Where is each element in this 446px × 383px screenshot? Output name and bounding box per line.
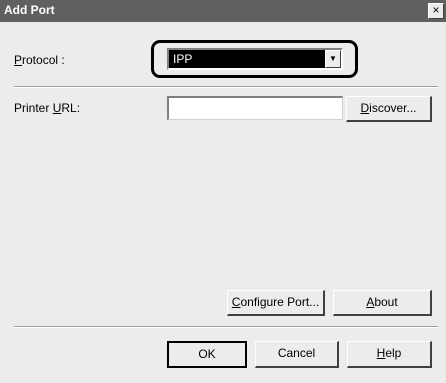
protocol-select[interactable]: IPP ▼ bbox=[167, 48, 343, 70]
about-button[interactable]: About bbox=[333, 290, 432, 316]
add-port-dialog: Add Port × Protocol : IPP ▼ Printer URL:… bbox=[0, 0, 446, 383]
printer-url-label: Printer URL: bbox=[14, 101, 81, 115]
separator-bottom bbox=[14, 326, 438, 328]
cancel-button[interactable]: Cancel bbox=[255, 341, 339, 368]
printer-url-input[interactable] bbox=[167, 96, 343, 120]
ok-button[interactable]: OK bbox=[167, 341, 247, 368]
help-button[interactable]: Help bbox=[347, 341, 432, 368]
discover-button[interactable]: Discover... bbox=[346, 96, 432, 122]
configure-port-button[interactable]: Configure Port... bbox=[227, 290, 325, 316]
close-icon[interactable]: × bbox=[428, 3, 444, 19]
separator-top bbox=[14, 86, 438, 88]
title-bar: Add Port × bbox=[0, 0, 446, 22]
protocol-label: Protocol : bbox=[14, 53, 65, 67]
dialog-title: Add Port bbox=[4, 3, 55, 17]
protocol-select-value: IPP bbox=[173, 52, 193, 66]
chevron-down-icon[interactable]: ▼ bbox=[325, 50, 341, 68]
